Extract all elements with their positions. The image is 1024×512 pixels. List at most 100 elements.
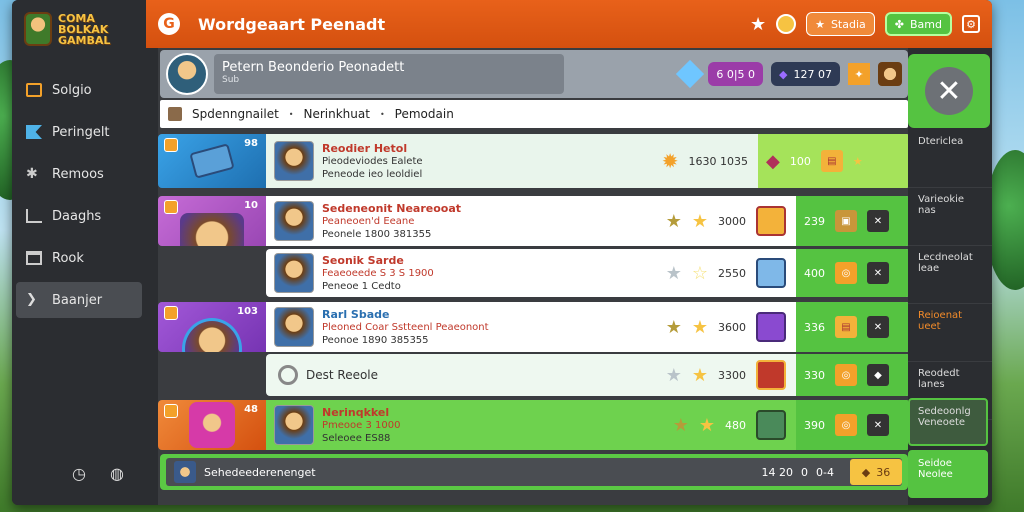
sidebar-item-label: Baanjer — [52, 292, 103, 308]
crystal-icon: ◆ — [779, 67, 788, 81]
sidebar-item-solgio[interactable]: Solgio — [16, 72, 142, 108]
top-bar: G Wordgeaart Peenadt ★ ★ Stadia ✤ Bamd ⚙ — [146, 0, 992, 48]
footer-text: Sehedeederenenget — [204, 465, 316, 479]
close-button[interactable]: ✕ — [908, 54, 990, 128]
rune-icon[interactable]: ✕ — [867, 210, 889, 232]
sidebar-item-peringelt[interactable]: Peringelt — [16, 114, 142, 150]
shield-item-icon[interactable] — [756, 206, 786, 236]
row-title: Reodier Hetol — [322, 141, 408, 155]
list-item[interactable]: 48 Nerinqkkel Pmeooe 3 1000 Seleoee ES88… — [158, 400, 910, 450]
right-green-button-b[interactable]: Seidoe Neolee — [908, 450, 988, 498]
profile-name-box: Petern Beonderio Peonadett Sub — [214, 54, 564, 94]
rune-icon[interactable]: ✕ — [867, 316, 889, 338]
backpack-item-icon[interactable] — [756, 410, 786, 440]
list-item[interactable]: Seonik Sarde Feaeoeede S 3 S 1900 Peneoe… — [266, 249, 910, 297]
star-icon: ★ — [665, 316, 682, 338]
row-line2: Peaneoen'd Eeane — [322, 215, 415, 227]
breadcrumb-avatar-icon — [168, 107, 182, 121]
breadcrumb-sep: • — [288, 109, 294, 119]
bamd-button[interactable]: ✤ Bamd — [884, 12, 952, 36]
row-line3: Peneode ieo leoldiel — [322, 168, 423, 180]
chest-icon[interactable]: ▣ — [835, 210, 857, 232]
star-icon: ☆ — [691, 262, 708, 284]
clover-icon: ✤ — [894, 17, 904, 31]
list-item[interactable]: 10 Sedeneonit Neareooat Peaneoen'd Eeane… — [158, 196, 910, 246]
row-number: 98 — [244, 138, 258, 149]
breadcrumb-item[interactable]: Nerinkhuat — [304, 107, 370, 121]
top-bar-actions: ★ ★ Stadia ✤ Bamd ⚙ — [750, 12, 980, 36]
right-panel-item[interactable]: Dtericlea — [908, 130, 992, 188]
status-footer: Sehedeederenenget 14 20 0 0-4 ◆ 36 — [160, 454, 908, 490]
row-line3: Peneoe 1 Cedto — [322, 280, 401, 292]
hero-character-icon — [182, 318, 242, 352]
clock-icon[interactable]: ◷ — [72, 464, 86, 483]
star-icon: ★ — [691, 210, 708, 232]
sidebar-item-remoos[interactable]: ✱ Remoos — [16, 156, 142, 192]
footer-stat-c: 0-4 — [816, 465, 834, 479]
breadcrumb: Spdenngnailet • Nerinkhuat • Pemodain — [160, 100, 908, 128]
sidebar-item-label: Remoos — [52, 166, 104, 182]
scroll-icon[interactable]: ▤ — [820, 150, 843, 172]
star-icon: ★ — [665, 262, 682, 284]
row-badge-icon — [164, 306, 178, 320]
breadcrumb-sep: • — [379, 109, 385, 119]
crate-item-icon[interactable] — [756, 258, 786, 288]
game-logo: COMA BOLKAK GAMBAL — [12, 0, 146, 58]
row-line2: Pleoned Coar Sstteenl Peaeonont — [322, 321, 489, 333]
settings-icon[interactable]: ⚙ — [962, 15, 980, 33]
row-value-b: 336 — [804, 320, 825, 334]
avatar[interactable] — [166, 53, 208, 95]
right-panel-item[interactable]: Lecdneolat leae — [908, 246, 992, 304]
right-panel-item[interactable]: Varieokie nas — [908, 188, 992, 246]
row-badge-icon — [164, 404, 178, 418]
pill-star-icon: ★ — [815, 17, 825, 31]
radio-icon[interactable] — [278, 365, 298, 385]
row-value-a: 480 — [725, 418, 746, 432]
sidebar-item-daaghs[interactable]: Daaghs — [16, 198, 142, 234]
right-green-button-a[interactable]: Sedeoonlg Veneoete — [908, 398, 988, 446]
scroll-icon[interactable]: ▤ — [835, 316, 857, 338]
list-item[interactable]: Dest Reeole ★ ★ 3300 330 ◎ ◆ — [266, 354, 910, 396]
target-icon[interactable]: ◎ — [835, 262, 857, 284]
footer-action-button[interactable]: ◆ 36 — [850, 459, 902, 485]
sidebar-item-baanjer[interactable]: ❯ Baanjer — [16, 282, 142, 318]
list-item[interactable]: 103 Rarl Sbade Pleoned Coar Sstteenl Pea… — [158, 302, 910, 352]
mascot-icon — [24, 12, 52, 46]
row-badge-icon — [164, 200, 178, 214]
close-icon: ✕ — [925, 67, 973, 115]
game-window: COMA BOLKAK GAMBAL G Wordgeaart Peenadt … — [12, 0, 992, 505]
profile-name: Petern Beonderio Peonadett — [222, 60, 405, 75]
breadcrumb-item[interactable]: Spdenngnailet — [192, 107, 279, 121]
list-item[interactable]: 98 Reodier Hetol Pieodeviodes Ealete Pen… — [158, 134, 910, 188]
profile-sub: Sub — [222, 75, 240, 85]
row-thumbnail: 10 — [158, 196, 266, 246]
rune-icon[interactable]: ✕ — [867, 262, 889, 284]
rune-icon[interactable]: ◆ — [867, 364, 889, 386]
star-icon[interactable]: ★ — [750, 14, 766, 35]
star-icon: ★ — [698, 414, 715, 436]
right-panel-item[interactable]: Reioenat ueet — [908, 304, 992, 362]
sidebar-item-rook[interactable]: Rook — [16, 240, 142, 276]
chest-item-icon[interactable] — [756, 360, 786, 390]
globe-icon[interactable]: ◍ — [110, 464, 124, 483]
row-line2: Pieodeviodes Ealete — [322, 155, 423, 167]
row-value: 100 — [789, 154, 811, 168]
row-thumbnail: 98 — [158, 134, 266, 188]
coin-icon[interactable] — [776, 14, 797, 34]
row-value-b: 390 — [804, 418, 825, 432]
target-icon[interactable]: ◎ — [835, 414, 857, 436]
boost-icon[interactable]: ✦ — [848, 63, 870, 85]
target-icon[interactable]: ◎ — [835, 364, 857, 386]
hero-portrait — [274, 253, 314, 293]
game-g-icon[interactable]: G — [158, 13, 180, 35]
helmet-item-icon[interactable] — [756, 312, 786, 342]
stadia-button[interactable]: ★ Stadia — [806, 12, 875, 36]
row-value-a: 3600 — [718, 320, 746, 334]
row-value-b: 400 — [804, 266, 825, 280]
rune-icon[interactable]: ✕ — [867, 414, 889, 436]
row-line2: Feaeoeede S 3 S 1900 — [322, 267, 434, 279]
hero-portrait — [274, 201, 314, 241]
breadcrumb-item[interactable]: Pemodain — [395, 107, 454, 121]
hero-avatar-icon[interactable] — [878, 62, 902, 86]
sidebar-item-label: Daaghs — [52, 208, 102, 224]
